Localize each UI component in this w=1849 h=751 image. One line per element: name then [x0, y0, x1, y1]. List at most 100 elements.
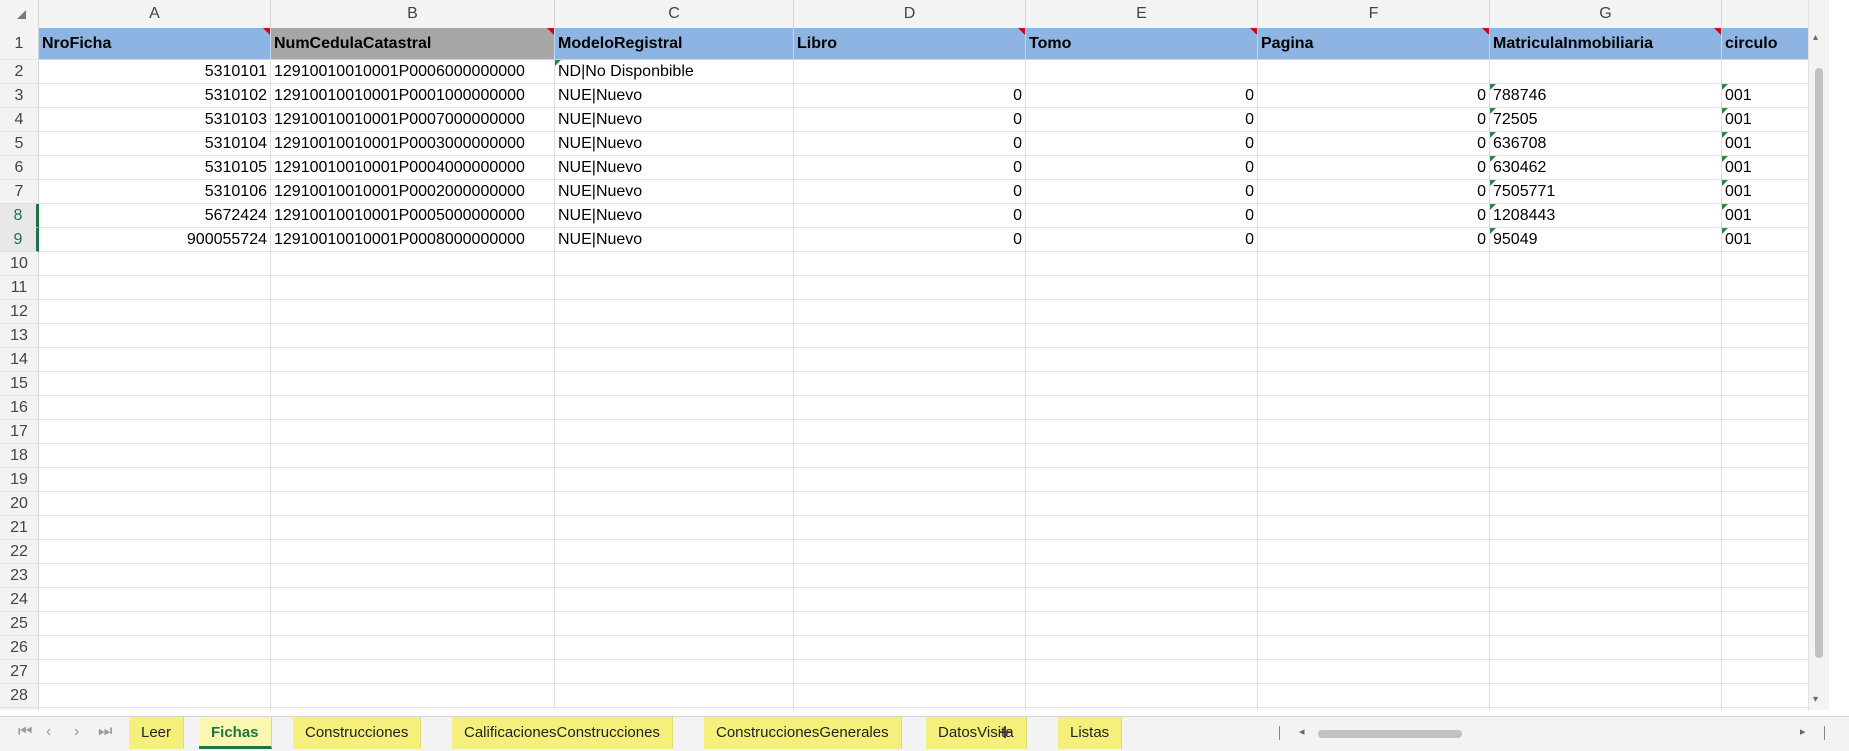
table-cell[interactable] — [271, 252, 555, 276]
table-cell[interactable] — [1026, 252, 1258, 276]
table-cell[interactable] — [555, 324, 794, 348]
table-cell[interactable] — [1026, 372, 1258, 396]
table-cell[interactable] — [271, 564, 555, 588]
table-cell[interactable] — [555, 300, 794, 324]
table-cell[interactable] — [1490, 372, 1722, 396]
table-cell[interactable] — [555, 276, 794, 300]
table-cell[interactable] — [555, 660, 794, 684]
table-cell[interactable] — [1258, 540, 1490, 564]
table-cell[interactable]: 0 — [1026, 132, 1258, 156]
sheet-tab-calificacionesconstrucciones[interactable]: CalificacionesConstrucciones — [452, 717, 673, 749]
add-sheet-icon[interactable]: + — [998, 719, 1012, 747]
table-cell[interactable] — [1258, 348, 1490, 372]
table-cell[interactable] — [39, 612, 271, 636]
column-header-b[interactable]: B — [271, 0, 555, 28]
table-cell[interactable] — [794, 708, 1026, 710]
table-cell[interactable] — [555, 708, 794, 710]
table-cell[interactable] — [1026, 660, 1258, 684]
table-cell[interactable] — [1490, 276, 1722, 300]
table-cell[interactable]: 636708 — [1490, 132, 1722, 156]
table-cell[interactable] — [271, 396, 555, 420]
table-cell[interactable] — [555, 348, 794, 372]
table-cell[interactable] — [794, 516, 1026, 540]
table-cell[interactable]: 0 — [1258, 156, 1490, 180]
table-cell[interactable] — [1490, 564, 1722, 588]
table-cell[interactable] — [1258, 468, 1490, 492]
table-cell[interactable]: 5310103 — [39, 108, 271, 132]
table-cell[interactable]: 0 — [1026, 156, 1258, 180]
row-header-17[interactable]: 17 — [0, 420, 39, 444]
table-cell[interactable] — [271, 708, 555, 710]
table-cell[interactable] — [1026, 276, 1258, 300]
select-all-corner[interactable] — [0, 0, 39, 28]
column-title-cell[interactable]: Libro — [794, 28, 1026, 60]
table-cell[interactable] — [794, 276, 1026, 300]
table-cell[interactable] — [271, 636, 555, 660]
sheet-tab-listas[interactable]: Listas — [1058, 717, 1123, 749]
table-cell[interactable]: 0 — [794, 132, 1026, 156]
table-cell[interactable]: 0 — [794, 108, 1026, 132]
row-header-18[interactable]: 18 — [0, 444, 39, 468]
table-cell[interactable]: 12910010010001P0005000000000 — [271, 204, 555, 228]
table-cell[interactable]: 12910010010001P0007000000000 — [271, 108, 555, 132]
table-cell[interactable] — [1258, 444, 1490, 468]
table-cell[interactable] — [1258, 60, 1490, 84]
table-cell[interactable] — [39, 276, 271, 300]
table-cell[interactable]: 1208443 — [1490, 204, 1722, 228]
row-header-19[interactable]: 19 — [0, 468, 39, 492]
table-cell[interactable]: 0 — [794, 156, 1026, 180]
table-cell[interactable] — [39, 300, 271, 324]
table-cell[interactable]: 0 — [1258, 228, 1490, 252]
table-cell[interactable] — [1026, 516, 1258, 540]
table-cell[interactable] — [1490, 348, 1722, 372]
table-cell[interactable] — [555, 564, 794, 588]
row-header-7[interactable]: 7 — [0, 180, 39, 204]
table-cell[interactable] — [794, 540, 1026, 564]
table-cell[interactable] — [1258, 420, 1490, 444]
row-header-16[interactable]: 16 — [0, 396, 39, 420]
table-cell[interactable] — [1490, 540, 1722, 564]
table-cell[interactable] — [39, 660, 271, 684]
table-cell[interactable] — [555, 516, 794, 540]
table-cell[interactable] — [1258, 564, 1490, 588]
row-header-21[interactable]: 21 — [0, 516, 39, 540]
table-cell[interactable]: 0 — [1026, 204, 1258, 228]
table-cell[interactable] — [1258, 372, 1490, 396]
table-cell[interactable]: 12910010010001P0001000000000 — [271, 84, 555, 108]
table-cell[interactable] — [1490, 684, 1722, 708]
row-header-12[interactable]: 12 — [0, 300, 39, 324]
row-header-15[interactable]: 15 — [0, 372, 39, 396]
table-cell[interactable]: NUE|Nuevo — [555, 228, 794, 252]
table-cell[interactable] — [555, 396, 794, 420]
table-cell[interactable] — [271, 348, 555, 372]
table-cell[interactable]: NUE|Nuevo — [555, 84, 794, 108]
table-cell[interactable] — [794, 348, 1026, 372]
table-cell[interactable] — [555, 636, 794, 660]
table-cell[interactable] — [39, 252, 271, 276]
table-cell[interactable] — [1490, 588, 1722, 612]
table-cell[interactable] — [555, 492, 794, 516]
table-cell[interactable] — [794, 300, 1026, 324]
table-cell[interactable]: 5310106 — [39, 180, 271, 204]
table-cell[interactable] — [39, 324, 271, 348]
table-cell[interactable]: 5310102 — [39, 84, 271, 108]
scroll-right-icon[interactable]: ▸ — [1800, 725, 1806, 738]
table-cell[interactable]: 0 — [1026, 84, 1258, 108]
table-cell[interactable] — [1490, 492, 1722, 516]
table-cell[interactable]: 0 — [794, 204, 1026, 228]
table-cell[interactable] — [555, 444, 794, 468]
column-title-cell[interactable]: Tomo — [1026, 28, 1258, 60]
column-title-cell[interactable]: MatriculaInmobiliaria — [1490, 28, 1722, 60]
table-cell[interactable] — [794, 660, 1026, 684]
table-cell[interactable]: 12910010010001P0003000000000 — [271, 132, 555, 156]
table-cell[interactable]: 900055724 — [39, 228, 271, 252]
table-cell[interactable] — [1258, 324, 1490, 348]
table-cell[interactable] — [1026, 300, 1258, 324]
table-cell[interactable] — [794, 588, 1026, 612]
table-cell[interactable] — [1258, 516, 1490, 540]
table-cell[interactable] — [1026, 468, 1258, 492]
table-cell[interactable] — [1490, 444, 1722, 468]
table-cell[interactable] — [1490, 324, 1722, 348]
sheet-tab-construccionesgenerales[interactable]: ConstruccionesGenerales — [704, 717, 902, 749]
column-header-e[interactable]: E — [1026, 0, 1258, 28]
